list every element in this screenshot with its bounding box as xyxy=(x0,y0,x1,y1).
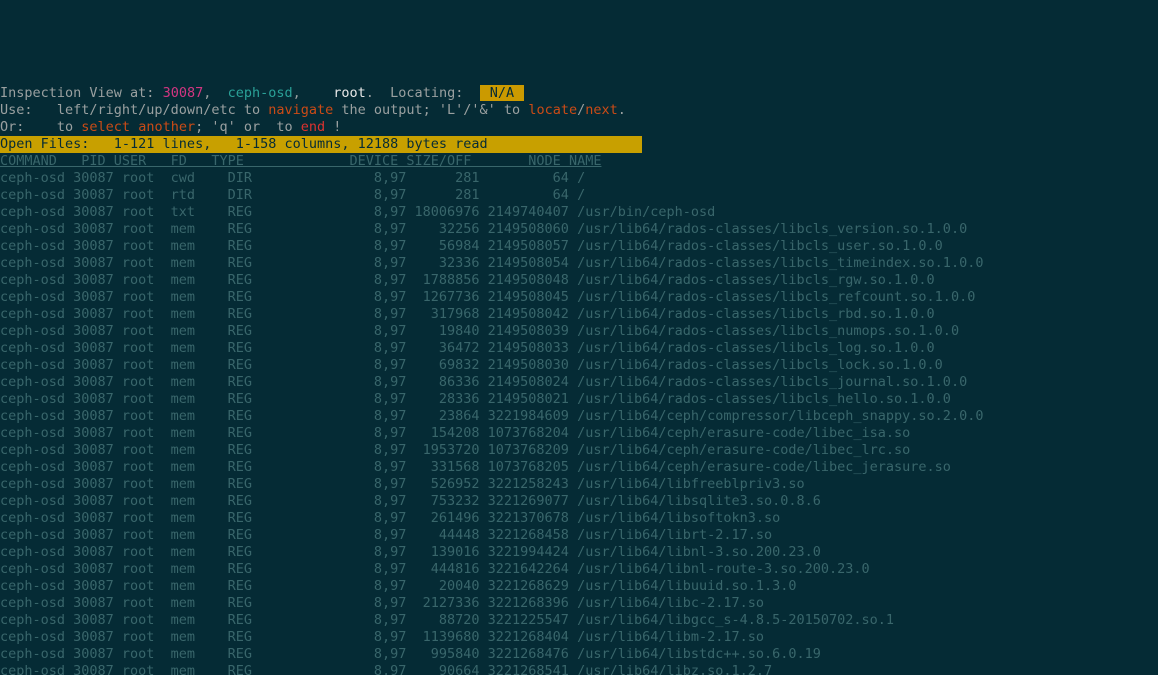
inspection-proc: ceph-osd xyxy=(228,85,293,101)
table-row: ceph-osd 30087 root mem REG 8,97 86336 2… xyxy=(0,374,1158,391)
next-verb: next xyxy=(585,102,618,118)
table-row: ceph-osd 30087 root mem REG 8,97 69832 2… xyxy=(0,357,1158,374)
status-bar: Open Files: 1-121 lines, 1-158 columns, … xyxy=(0,136,1158,153)
table-row: ceph-osd 30087 root mem REG 8,97 20040 3… xyxy=(0,578,1158,595)
header-line-1: Inspection View at: 30087, ceph-osd, roo… xyxy=(0,85,1158,102)
table-row: ceph-osd 30087 root mem REG 8,97 753232 … xyxy=(0,493,1158,510)
table-row: ceph-osd 30087 root mem REG 8,97 1139680… xyxy=(0,629,1158,646)
table-row: ceph-osd 30087 root mem REG 8,97 317968 … xyxy=(0,306,1158,323)
table-row: ceph-osd 30087 root mem REG 8,97 23864 3… xyxy=(0,408,1158,425)
table-row: ceph-osd 30087 root mem REG 8,97 1267736… xyxy=(0,289,1158,306)
locate-verb: locate xyxy=(528,102,577,118)
table-row: ceph-osd 30087 root mem REG 8,97 1953720… xyxy=(0,442,1158,459)
table-row: ceph-osd 30087 root mem REG 8,97 444816 … xyxy=(0,561,1158,578)
table-row: ceph-osd 30087 root mem REG 8,97 526952 … xyxy=(0,476,1158,493)
table-row: ceph-osd 30087 root mem REG 8,97 32256 2… xyxy=(0,221,1158,238)
table-row: ceph-osd 30087 root txt REG 8,97 1800697… xyxy=(0,204,1158,221)
table-row: ceph-osd 30087 root mem REG 8,97 331568 … xyxy=(0,459,1158,476)
table-row: ceph-osd 30087 root mem REG 8,97 139016 … xyxy=(0,544,1158,561)
locating-label: Locating: xyxy=(374,85,480,101)
table-row: ceph-osd 30087 root mem REG 8,97 19840 2… xyxy=(0,323,1158,340)
column-headers: COMMAND PID USER FD TYPE DEVICE SIZE/OFF… xyxy=(0,153,1158,170)
nav-verb: navigate xyxy=(268,102,333,118)
table-row: ceph-osd 30087 root mem REG 8,97 261496 … xyxy=(0,510,1158,527)
header-line-3: Or: to select another; 'q' or to end ! xyxy=(0,119,1158,136)
table-row: ceph-osd 30087 root mem REG 8,97 56984 2… xyxy=(0,238,1158,255)
table-row: ceph-osd 30087 root mem REG 8,97 2127336… xyxy=(0,595,1158,612)
locating-value: N/A xyxy=(480,85,525,101)
table-row: ceph-osd 30087 root mem REG 8,97 36472 2… xyxy=(0,340,1158,357)
status-text: Open Files: 1-121 lines, 1-158 columns, … xyxy=(0,136,642,153)
table-row: ceph-osd 30087 root mem REG 8,97 1788856… xyxy=(0,272,1158,289)
table-row: ceph-osd 30087 root mem REG 8,97 28336 2… xyxy=(0,391,1158,408)
table-row: ceph-osd 30087 root mem REG 8,97 88720 3… xyxy=(0,612,1158,629)
inspection-pid: 30087 xyxy=(163,85,204,101)
table-row: ceph-osd 30087 root cwd DIR 8,97 281 64 … xyxy=(0,170,1158,187)
table-row: ceph-osd 30087 root mem REG 8,97 32336 2… xyxy=(0,255,1158,272)
end-verb: end xyxy=(301,119,325,135)
table-row: ceph-osd 30087 root mem REG 8,97 90664 3… xyxy=(0,663,1158,675)
select-verb: select another xyxy=(81,119,195,135)
table-row: ceph-osd 30087 root mem REG 8,97 154208 … xyxy=(0,425,1158,442)
header-line-2: Use: left/right/up/down/etc to navigate … xyxy=(0,102,1158,119)
inspection-label: Inspection View at: xyxy=(0,85,163,101)
inspection-user: root xyxy=(333,85,366,101)
table-row: ceph-osd 30087 root rtd DIR 8,97 281 64 … xyxy=(0,187,1158,204)
table-row: ceph-osd 30087 root mem REG 8,97 995840 … xyxy=(0,646,1158,663)
table-row: ceph-osd 30087 root mem REG 8,97 44448 3… xyxy=(0,527,1158,544)
